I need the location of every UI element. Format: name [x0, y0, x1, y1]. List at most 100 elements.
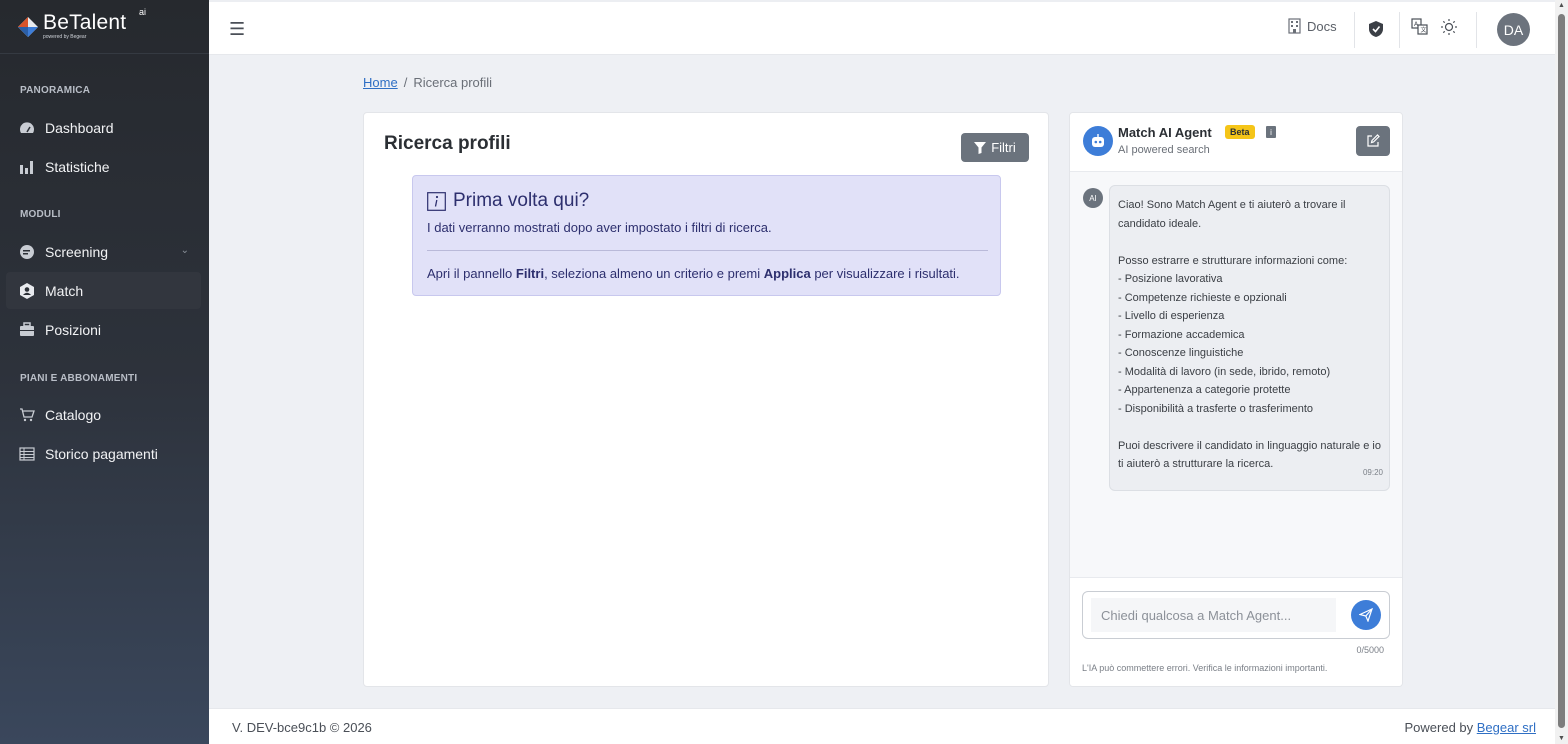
ai-message-bubble: Ciao! Sono Match Agent e ti aiuterò a tr… — [1109, 185, 1390, 491]
info-heading: Prima volta qui? — [453, 190, 590, 211]
agent-subtitle: AI powered search — [1118, 144, 1210, 156]
match-agent-chat-panel: Match AI Agent Beta i AI powered search … — [1069, 112, 1403, 687]
sidebar-item-dashboard[interactable]: Dashboard — [6, 109, 201, 146]
sidebar-item-label: Statistiche — [45, 158, 110, 175]
list-item: - Appartenenza a categorie protette — [1118, 384, 1291, 396]
sidebar-item-screening[interactable]: Screening ⌄ — [6, 233, 201, 270]
breadcrumb-home-link[interactable]: Home — [363, 75, 398, 90]
sidebar: BeTalent ai powered by Begear PANORAMICA… — [0, 0, 209, 744]
info-icon — [427, 191, 446, 211]
new-chat-button[interactable] — [1356, 126, 1390, 156]
message-intro: Ciao! Sono Match Agent e ti aiuterò a tr… — [1118, 199, 1346, 230]
chat-composer: 0/5000 L'IA può commettere errori. Verif… — [1070, 577, 1402, 686]
brand-sup: ai — [139, 7, 147, 17]
char-counter: 0/5000 — [1356, 645, 1384, 655]
send-icon — [1359, 608, 1373, 622]
topbar-divider — [1399, 12, 1400, 48]
brand-name: BeTalent — [43, 11, 127, 34]
sidebar-item-label: Storico pagamenti — [45, 445, 158, 462]
send-button[interactable] — [1351, 600, 1381, 630]
scroll-up-arrow-icon[interactable]: ▲ — [1558, 2, 1565, 9]
breadcrumb: Home / Ricerca profili — [363, 75, 492, 90]
info-text: I dati verranno mostrati dopo aver impos… — [427, 220, 772, 235]
bar-chart-icon — [19, 159, 35, 175]
filters-button-label: Filtri — [991, 140, 1016, 155]
section-title-moduli: MODULI — [20, 209, 61, 220]
list-item: - Formazione accademica — [1118, 328, 1245, 341]
filter-icon — [974, 141, 987, 154]
message-list-intro: Posso estrarre e strutturare informazion… — [1118, 254, 1348, 267]
sidebar-item-label: Match — [45, 282, 84, 299]
info-divider — [427, 250, 988, 251]
chat-header: Match AI Agent Beta i AI powered search — [1070, 113, 1402, 172]
breadcrumb-separator: / — [403, 75, 408, 90]
sidebar-item-statistiche[interactable]: Statistiche — [6, 148, 201, 185]
section-title-panoramica: PANORAMICA — [20, 85, 91, 96]
sidebar-item-label: Posizioni — [45, 321, 102, 338]
list-item: - Conoscenze linguistiche — [1118, 347, 1244, 359]
hamburger-menu-icon[interactable]: ☰ — [229, 19, 245, 40]
version-text: V. DEV-bce9c1b © 2026 — [232, 720, 372, 735]
chat-input-wrapper — [1082, 591, 1390, 639]
cart-icon — [19, 407, 35, 423]
beta-badge: Beta — [1225, 125, 1255, 139]
building-icon — [1288, 18, 1301, 34]
powered-by: Powered by Begear srl — [1404, 720, 1536, 735]
briefcase-icon — [19, 322, 35, 338]
list-item: - Disponibilità a trasferte o trasferime… — [1118, 402, 1314, 415]
gauge-icon — [19, 120, 35, 136]
agent-avatar — [1083, 126, 1113, 156]
brand-logo-icon — [18, 16, 38, 37]
sidebar-item-label: Catalogo — [45, 406, 102, 423]
begear-link[interactable]: Begear srl — [1477, 720, 1536, 735]
page-scrollbar[interactable]: ▲ ▼ — [1555, 0, 1568, 744]
sidebar-item-posizioni[interactable]: Posizioni — [6, 311, 201, 348]
info-filtri-emphasis: Filtri — [515, 266, 545, 281]
chat-input[interactable] — [1091, 598, 1336, 632]
robot-icon — [1092, 134, 1104, 147]
topbar: ☰ Docs A文 DA — [209, 0, 1555, 55]
list-item: - Competenze richieste e opzionali — [1118, 291, 1287, 304]
agent-info-icon[interactable]: i — [1266, 126, 1276, 138]
list-item: - Posizione lavorativa — [1118, 273, 1223, 285]
sun-theme-icon[interactable] — [1440, 18, 1458, 36]
scrollbar-thumb[interactable] — [1558, 14, 1565, 728]
sidebar-item-label: Screening — [45, 243, 109, 260]
topbar-divider — [1476, 12, 1477, 48]
section-title-piani: PIANI E ABBONAMENTI — [20, 373, 138, 384]
shield-check-icon[interactable] — [1368, 20, 1384, 38]
sidebar-item-catalogo[interactable]: Catalogo — [6, 396, 201, 433]
translate-icon[interactable]: A文 — [1411, 18, 1428, 35]
message-outro: Puoi descrivere il candidato in linguagg… — [1118, 439, 1381, 471]
page-title: Ricerca profili — [384, 133, 511, 154]
breadcrumb-current: Ricerca profili — [413, 75, 493, 90]
svg-text:文: 文 — [1421, 26, 1427, 34]
user-avatar[interactable]: DA — [1497, 13, 1530, 46]
first-time-info-alert: Prima volta qui? I dati verranno mostrat… — [412, 175, 1001, 296]
ai-message-avatar: AI — [1083, 188, 1103, 208]
message-timestamp: 09:20 — [1362, 467, 1383, 477]
scroll-down-arrow-icon[interactable]: ▼ — [1558, 735, 1565, 742]
ai-disclaimer: L'IA può commettere errori. Verifica le … — [1082, 663, 1328, 673]
chevron-down-icon: ⌄ — [180, 245, 189, 256]
screening-icon — [19, 244, 35, 260]
sidebar-item-match[interactable]: Match — [6, 272, 201, 309]
topbar-divider — [1354, 12, 1355, 48]
ledger-icon — [19, 446, 35, 462]
info-instructions: Apri il pannello Filtri, seleziona almen… — [427, 266, 960, 281]
docs-label: Docs — [1307, 18, 1337, 34]
search-profiles-card: Ricerca profili Filtri Prima volta qui? … — [363, 112, 1049, 687]
brand-tagline: powered by Begear — [43, 34, 87, 40]
filters-button[interactable]: Filtri — [961, 133, 1029, 162]
sidebar-item-storico-pagamenti[interactable]: Storico pagamenti — [6, 435, 201, 472]
list-item: - Livello di esperienza — [1118, 310, 1225, 322]
match-icon — [19, 282, 35, 299]
brand[interactable]: BeTalent ai powered by Begear — [0, 0, 209, 54]
list-item: - Modalità di lavoro (in sede, ibrido, r… — [1118, 365, 1331, 378]
docs-link[interactable]: Docs — [1288, 18, 1337, 34]
agent-name: Match AI Agent — [1118, 125, 1212, 140]
edit-icon — [1367, 134, 1380, 147]
info-applica-emphasis: Applica — [763, 266, 811, 281]
sidebar-item-label: Dashboard — [45, 119, 114, 136]
page-footer: V. DEV-bce9c1b © 2026 Powered by Begear … — [209, 708, 1555, 744]
